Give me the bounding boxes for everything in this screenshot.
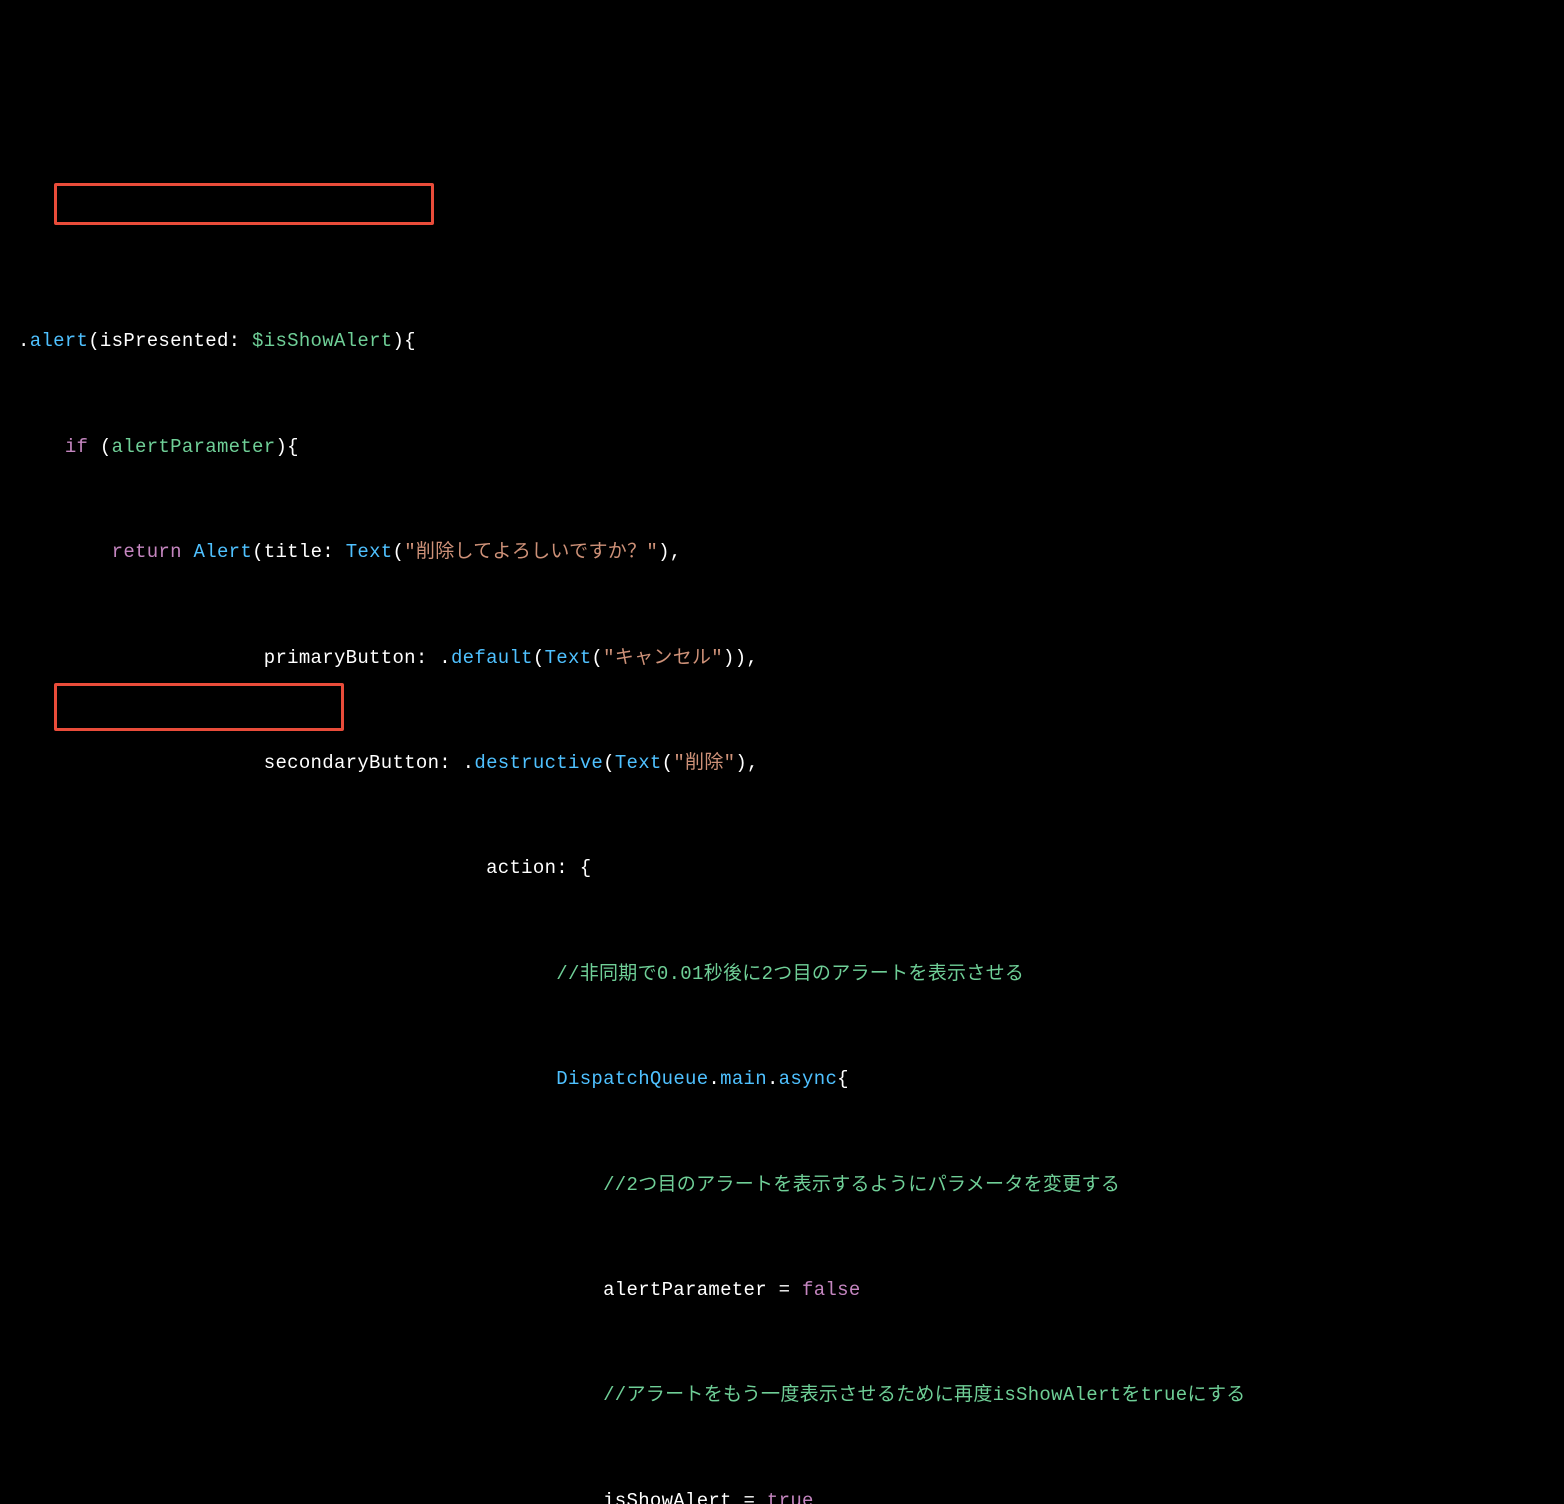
- code-line: primaryButton: .default(Text("キャンセル")),: [18, 641, 1546, 676]
- highlight-box-if: [54, 183, 434, 225]
- code-line: //アラートをもう一度表示させるために再度isShowAlertをtrueにする: [18, 1378, 1546, 1413]
- highlight-box-else: [54, 683, 344, 731]
- code-line: //2つ目のアラートを表示するようにパラメータを変更する: [18, 1168, 1546, 1203]
- code-line: isShowAlert = true: [18, 1484, 1546, 1504]
- code-line: secondaryButton: .destructive(Text("削除")…: [18, 746, 1546, 781]
- code-line: return Alert(title: Text("削除してよろしいですか？")…: [18, 535, 1546, 570]
- code-line: .alert(isPresented: $isShowAlert){: [18, 324, 1546, 359]
- code-line: if (alertParameter){: [18, 430, 1546, 465]
- code-line: action: {: [18, 851, 1546, 886]
- code-line: alertParameter = false: [18, 1273, 1546, 1308]
- code-line: DispatchQueue.main.async{: [18, 1062, 1546, 1097]
- code-editor[interactable]: .alert(isPresented: $isShowAlert){ if (a…: [18, 149, 1546, 1504]
- code-line: //非同期で0.01秒後に2つ目のアラートを表示させる: [18, 957, 1546, 992]
